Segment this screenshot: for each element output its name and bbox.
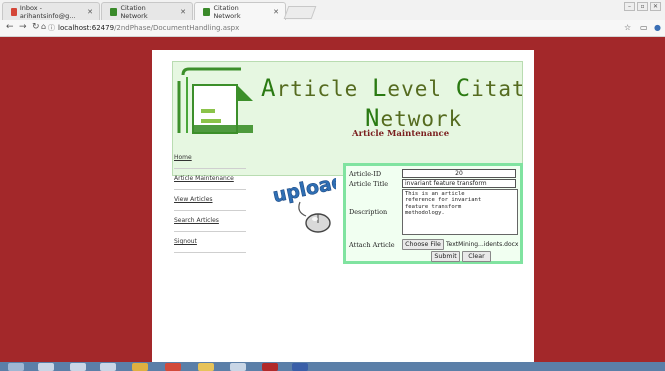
tab-gmail[interactable]: Inbox - arihantsinfo@g… ✕ xyxy=(2,2,100,20)
menu-item-home[interactable]: Home xyxy=(174,151,246,169)
citation-network-icon xyxy=(203,7,211,16)
menu-item-signout[interactable]: Signout xyxy=(174,235,246,253)
menu-item-view-articles[interactable]: View Articles xyxy=(174,193,246,211)
menu-item-search-articles[interactable]: Search Articles xyxy=(174,214,246,232)
close-tab-icon[interactable]: ✕ xyxy=(180,8,186,16)
minimize-button[interactable]: – xyxy=(624,2,635,11)
os-taskbar xyxy=(0,362,665,371)
taskbar-app-icon[interactable] xyxy=(38,363,54,371)
taskbar-app-icon[interactable] xyxy=(198,363,214,371)
document-logo-icon xyxy=(177,67,253,134)
close-window-button[interactable]: ✕ xyxy=(650,2,661,11)
home-icon[interactable]: ⌂ xyxy=(41,22,46,31)
citation-network-icon xyxy=(110,7,118,16)
back-icon[interactable]: ← xyxy=(6,22,14,32)
clear-button[interactable]: Clear xyxy=(462,251,491,262)
article-form: Article-ID 20 Article Title invariant fe… xyxy=(343,163,523,264)
menu-item-article-maintenance[interactable]: Article Maintenance xyxy=(174,172,246,190)
close-tab-icon[interactable]: ✕ xyxy=(87,8,93,16)
description-textarea[interactable]: This is an article reference for invaria… xyxy=(402,189,518,235)
cast-icon[interactable]: ▭ xyxy=(640,23,648,32)
forward-icon[interactable]: → xyxy=(19,22,27,32)
selected-file-name: TextMining...idents.docx xyxy=(446,241,519,248)
banner-title-line2: Network xyxy=(365,104,463,132)
url-field[interactable]: ⓘ localhost:62479/2ndPhase/DocumentHandl… xyxy=(48,22,608,34)
tab-label: Citation Network xyxy=(120,3,148,20)
taskbar-app-icon[interactable] xyxy=(70,363,86,371)
taskbar-app-icon[interactable] xyxy=(132,363,148,371)
browser-tabstrip: Inbox - arihantsinfo@g… ✕ Citation Netwo… xyxy=(0,0,665,20)
close-tab-icon[interactable]: ✕ xyxy=(273,8,279,16)
tab-citation-network-2[interactable]: Citation Network ✕ xyxy=(194,2,286,20)
taskbar-app-icon[interactable] xyxy=(100,363,116,371)
info-icon: ⓘ xyxy=(48,24,55,32)
url-host: localhost:62479 xyxy=(58,24,115,32)
tab-citation-network-1[interactable]: Citation Network ✕ xyxy=(101,2,193,20)
gmail-icon xyxy=(11,7,17,16)
address-bar: ← → ↻ ⌂ ⓘ localhost:62479/2ndPhase/Docum… xyxy=(0,20,665,37)
taskbar-app-icon[interactable] xyxy=(230,363,246,371)
choose-file-button[interactable]: Choose File xyxy=(402,239,444,250)
new-tab-button[interactable] xyxy=(283,6,317,19)
taskbar-app-icon[interactable] xyxy=(262,363,278,371)
page-container: Article Level Citation Network Article M… xyxy=(152,50,534,371)
article-id-label: Article-ID xyxy=(349,170,382,178)
tab-label: Citation Network xyxy=(213,3,241,20)
reload-icon[interactable]: ↻ xyxy=(32,22,40,32)
description-label: Description xyxy=(349,208,388,216)
upload-mouse-icon: upload xyxy=(271,170,336,233)
article-id-field[interactable]: 20 xyxy=(402,169,516,178)
sidebar-menu: Home Article Maintenance View Articles S… xyxy=(174,151,246,256)
maximize-button[interactable]: ▫ xyxy=(637,2,648,11)
upload-graphic-text: upload xyxy=(271,170,336,207)
taskbar-app-icon[interactable] xyxy=(292,363,308,371)
submit-button[interactable]: Submit xyxy=(431,251,460,262)
chrome-taskbar-icon[interactable] xyxy=(165,363,181,371)
tab-label: Inbox - arihantsinfo@g… xyxy=(19,3,76,20)
start-icon[interactable] xyxy=(8,363,24,371)
page-title: Article Maintenance xyxy=(352,129,450,139)
profile-icon[interactable]: ● xyxy=(654,23,661,32)
banner-title-line1: Article Level Citation xyxy=(261,74,522,102)
url-path: /2ndPhase/DocumentHandling.aspx xyxy=(114,24,240,32)
article-title-label: Article Title xyxy=(349,180,389,188)
window-controls: – ▫ ✕ xyxy=(624,2,661,11)
attach-article-label: Attach Article xyxy=(349,241,395,249)
article-title-field[interactable]: invariant feature transform xyxy=(402,179,516,188)
bookmark-star-icon[interactable]: ☆ xyxy=(624,23,631,32)
